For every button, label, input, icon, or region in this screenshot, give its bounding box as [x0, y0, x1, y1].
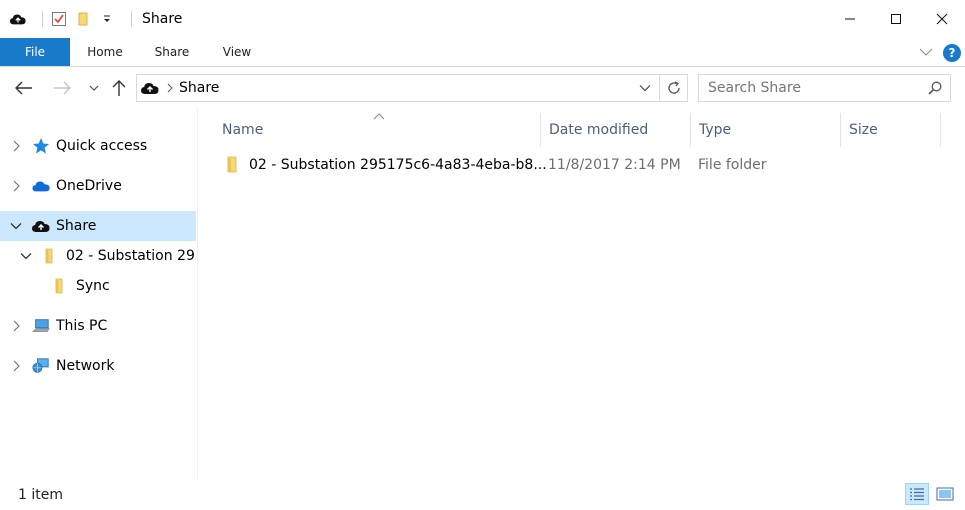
tree-item-network[interactable]: Network — [0, 351, 196, 381]
chevron-down-icon — [89, 85, 99, 91]
chevron-right-icon[interactable] — [9, 139, 23, 153]
network-icon — [32, 357, 50, 375]
tree-item-onedrive[interactable]: OneDrive — [0, 171, 196, 201]
address-bar[interactable]: Share — [136, 74, 688, 102]
maximize-button[interactable] — [873, 0, 919, 38]
search-icon[interactable] — [928, 81, 942, 99]
table-row[interactable]: 02 - Substation 295175c6-4a83-4eba-b8...… — [215, 151, 767, 179]
properties-icon[interactable] — [51, 11, 67, 27]
tree-item-label: Share — [56, 218, 97, 234]
chevron-right-icon[interactable] — [9, 179, 23, 193]
tree-item-sync-folder[interactable]: Sync — [0, 271, 196, 301]
recent-locations-button[interactable] — [82, 76, 106, 100]
tree-item-label: Quick access — [56, 138, 148, 154]
minimize-icon — [845, 18, 855, 20]
forward-arrow-icon — [54, 81, 71, 95]
breadcrumb-chevron-icon[interactable] — [167, 83, 173, 93]
up-button[interactable] — [107, 76, 131, 100]
title-bar: Share — [0, 0, 965, 38]
tab-home[interactable]: Home — [70, 38, 140, 66]
file-name: 02 - Substation 295175c6-4a83-4eba-b8... — [249, 157, 547, 173]
window-title: Share — [142, 11, 183, 27]
onedrive-cloud-icon — [32, 177, 50, 195]
search-input[interactable] — [699, 80, 914, 96]
share-cloud-icon — [141, 81, 159, 95]
chevron-right-icon[interactable] — [9, 319, 23, 333]
item-count: 1 item — [18, 486, 63, 503]
chevron-down-icon[interactable] — [9, 219, 23, 233]
new-folder-icon[interactable] — [75, 11, 91, 27]
close-button[interactable] — [919, 0, 965, 38]
expand-ribbon-icon[interactable] — [919, 45, 933, 61]
star-icon — [32, 137, 50, 155]
maximize-icon — [891, 14, 901, 24]
tree-item-substation-folder[interactable]: 02 - Substation 295 — [0, 241, 196, 271]
refresh-button[interactable] — [659, 75, 687, 101]
folder-icon — [225, 156, 241, 178]
tree-item-label: This PC — [56, 318, 108, 334]
title-separator — [131, 11, 132, 27]
tree-item-label: Network — [56, 358, 115, 374]
address-history-dropdown[interactable] — [633, 75, 657, 101]
back-arrow-icon — [15, 81, 32, 95]
details-view-button[interactable] — [905, 483, 929, 505]
column-header-name[interactable]: Name — [214, 113, 541, 147]
back-button[interactable] — [12, 76, 36, 100]
large-icons-view-icon — [936, 487, 954, 501]
column-header-date-modified[interactable]: Date modified — [541, 113, 691, 147]
navigation-pane: Quick access OneDrive Share 02 - Substat… — [0, 109, 198, 479]
navigation-bar: Share — [0, 67, 965, 109]
tab-share[interactable]: Share — [140, 38, 204, 66]
tree-item-share[interactable]: Share — [0, 211, 196, 241]
chevron-down-icon — [639, 85, 651, 92]
help-button[interactable]: ? — [943, 43, 961, 62]
tree-item-label: Sync — [76, 278, 110, 294]
up-arrow-icon — [112, 80, 126, 96]
folder-icon — [41, 247, 59, 265]
ribbon-tabs: File Home Share View ? — [0, 38, 965, 67]
share-cloud-icon[interactable] — [10, 11, 26, 27]
file-list: Name Date modified Type Size 02 - Substa… — [199, 109, 965, 479]
refresh-icon — [667, 81, 680, 94]
chevron-right-icon[interactable] — [9, 359, 23, 373]
tab-file[interactable]: File — [0, 38, 70, 66]
close-icon — [936, 13, 948, 25]
status-bar: 1 item — [0, 479, 965, 510]
customize-toolbar-dropdown-icon[interactable] — [99, 11, 115, 27]
computer-icon — [32, 317, 50, 335]
tab-view[interactable]: View — [204, 38, 270, 66]
tree-item-this-pc[interactable]: This PC — [0, 311, 196, 341]
file-date-modified: 11/8/2017 2:14 PM — [548, 157, 681, 173]
minimize-button[interactable] — [827, 0, 873, 38]
details-view-icon — [910, 488, 924, 501]
column-header-size[interactable]: Size — [841, 113, 941, 147]
tree-item-quick-access[interactable]: Quick access — [0, 131, 196, 161]
share-cloud-icon — [32, 217, 50, 235]
breadcrumb-share[interactable]: Share — [179, 80, 219, 96]
folder-icon — [51, 277, 69, 295]
file-type: File folder — [698, 157, 767, 173]
large-icons-view-button[interactable] — [933, 483, 957, 505]
forward-button[interactable] — [50, 76, 74, 100]
column-header-type[interactable]: Type — [691, 113, 841, 147]
search-box[interactable] — [698, 74, 951, 102]
chevron-down-icon[interactable] — [19, 249, 33, 263]
title-separator — [42, 11, 43, 27]
tree-item-label: 02 - Substation 295 — [66, 248, 196, 264]
tree-item-label: OneDrive — [56, 178, 122, 194]
